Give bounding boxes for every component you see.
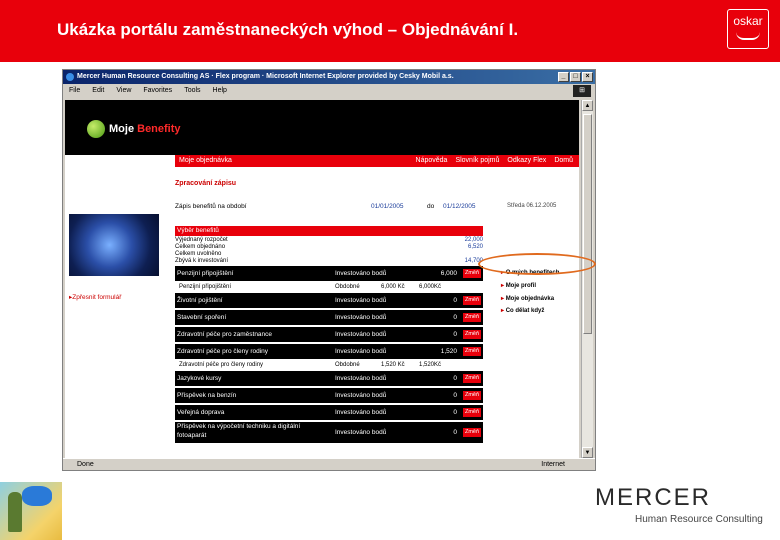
zmen-button[interactable]: Změň	[463, 330, 481, 339]
zpresnit-formular-link[interactable]: ▸Zpřesnit formulář	[69, 293, 121, 301]
sum-row: Celkem objednáno 6,520	[175, 244, 483, 250]
browser-viewport: Moje Benefity Moje objednávka Nápověda S…	[65, 100, 579, 458]
current-date: Středa 06.12.2005	[507, 203, 557, 209]
cloud-shape	[22, 486, 52, 506]
ie-icon	[66, 73, 74, 81]
site-nav: Moje objednávka Nápověda Slovník pojmů O…	[175, 155, 579, 167]
link-moje-objednavka[interactable]: Moje objednávka	[501, 295, 554, 302]
benefit-subrow: Penzijní připojištění Obdobné 6,000 Kč 6,00…	[179, 284, 442, 290]
slide-title: Ukázka portálu zaměstnaneckých výhod – O…	[57, 20, 519, 39]
oskar-swoosh-icon	[736, 32, 760, 40]
browser-menubar: File Edit View Favorites Tools Help	[63, 84, 595, 98]
scroll-down-icon[interactable]: ▼	[582, 447, 593, 458]
logo-accent: Benefity	[134, 123, 181, 135]
header-bar: Ukázka portálu zaměstnaneckých výhod – O…	[0, 0, 780, 62]
benefit-row: Stavební spoření Investováno bodů 0 Změň	[175, 310, 483, 325]
menu-tools[interactable]: Tools	[184, 84, 200, 98]
browser-titlebar: Mercer Human Resource Consulting AS · Fl…	[63, 70, 595, 84]
nav-odkazy[interactable]: Odkazy Flex	[507, 155, 546, 167]
zmen-button[interactable]: Změň	[463, 313, 481, 322]
nav-domu[interactable]: Domů	[554, 155, 573, 167]
vinyl-record-image	[69, 214, 159, 276]
zmen-button[interactable]: Změň	[463, 374, 481, 383]
vyber-benefitu-bar: Výběr benefitů	[175, 226, 483, 236]
status-bar: Done Internet	[63, 458, 595, 470]
menu-file[interactable]: File	[69, 84, 80, 98]
mercer-wordmark: MERCER	[595, 484, 712, 511]
benefit-row: Veřejná doprava Investováno bodů 0 Změň	[175, 405, 483, 420]
close-button[interactable]: ×	[582, 72, 593, 82]
minimize-button[interactable]: _	[558, 72, 569, 82]
period-to: 01/12/2005	[443, 203, 476, 210]
windows-logo-icon: ⊞	[573, 85, 591, 97]
menu-help[interactable]: Help	[213, 84, 227, 98]
benefit-row: Zdravotní péče pro členy rodiny Investová…	[175, 344, 483, 359]
benefit-row: Příspěvek na výpočetní techniku a digitá…	[175, 422, 483, 443]
menu-edit[interactable]: Edit	[92, 84, 104, 98]
main-content: Zpracování zápisu Zápis benefitů na obdo…	[175, 167, 495, 457]
mercer-logo: MERCER Human Resource Consulting	[595, 484, 763, 525]
zmen-button[interactable]: Změň	[463, 296, 481, 305]
link-moje-profil[interactable]: Moje profil	[501, 282, 536, 289]
benefit-row: Příspěvek na benzín Investováno bodů 0 Změ…	[175, 388, 483, 403]
nav-moje-objednavka[interactable]: Moje objednávka	[179, 155, 232, 167]
zmen-button[interactable]: Změň	[463, 408, 481, 417]
zmen-button[interactable]: Změň	[463, 347, 481, 356]
period-do: do	[427, 203, 435, 210]
period-label: Zápis benefitů na období	[175, 203, 247, 210]
right-column: Středa 06.12.2005 O mých benefitech Moje…	[497, 167, 579, 457]
scroll-up-icon[interactable]: ▲	[582, 100, 593, 111]
site-header: Moje Benefity	[65, 100, 579, 155]
content-title: Zpracování zápisu	[175, 180, 237, 187]
highlight-ellipse	[478, 253, 596, 275]
sum-row: Zbývá k investování 14,700	[175, 258, 483, 264]
benefit-row: Penzijní připojištění Investováno bodů 6,0…	[175, 266, 483, 281]
status-zone: Internet	[541, 461, 565, 468]
mercer-subtitle: Human Resource Consulting	[635, 514, 763, 525]
sum-row: Výjednaný rozpočet 22,000	[175, 237, 483, 243]
zmen-button[interactable]: Změň	[463, 269, 481, 278]
menu-favorites[interactable]: Favorites	[143, 84, 172, 98]
person-figure	[8, 492, 22, 532]
benefit-row: Životní pojištění Investováno bodů 0 Změň	[175, 293, 483, 308]
maximize-button[interactable]: □	[570, 72, 581, 82]
benefit-row: Jazykové kursy Investováno bodů 0 Změň	[175, 371, 483, 386]
zmen-button[interactable]: Změň	[463, 391, 481, 400]
scroll-thumb[interactable]	[583, 114, 592, 334]
browser-title: Mercer Human Resource Consulting AS · Fl…	[77, 73, 454, 80]
logo-main: Moje	[109, 123, 135, 135]
oskar-logo-text: oskar	[733, 14, 763, 28]
link-co-delat-kdyz[interactable]: Co dělat když	[501, 307, 545, 314]
moje-benefity-logo[interactable]: Moje Benefity	[87, 120, 181, 138]
nav-napoveda[interactable]: Nápověda	[416, 155, 448, 167]
benefit-row: Zdravotní péče pro zaměstnance Investován…	[175, 327, 483, 342]
oskar-logo: oskar	[727, 9, 769, 49]
menu-view[interactable]: View	[116, 84, 131, 98]
benefit-subrow: Zdravotní péče pro členy rodiny Obdobné 1,…	[179, 362, 442, 368]
left-column: ▸Zpřesnit formulář	[65, 155, 175, 458]
nav-slovnik[interactable]: Slovník pojmů	[455, 155, 499, 167]
sum-row: Celkem uvolněno	[175, 251, 222, 257]
period-from: 01/01/2005	[371, 203, 404, 210]
decorative-photo	[0, 482, 62, 540]
zmen-button[interactable]: Změň	[463, 428, 481, 437]
vertical-scrollbar[interactable]: ▲ ▼	[581, 100, 593, 458]
status-text: Done	[77, 461, 94, 468]
apple-ball-icon	[87, 120, 105, 138]
